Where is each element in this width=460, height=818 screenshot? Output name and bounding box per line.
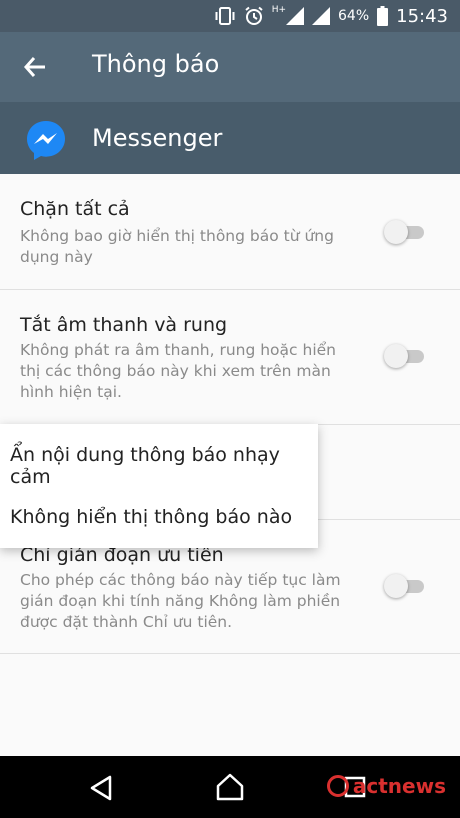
messenger-icon bbox=[24, 118, 68, 162]
popup-option-hide-sensitive[interactable]: Ẩn nội dung thông báo nhạy cảm bbox=[10, 444, 318, 488]
silence-toggle[interactable] bbox=[384, 344, 428, 368]
setting-title: Tắt âm thanh và rung bbox=[20, 314, 228, 336]
toggle-thumb bbox=[384, 220, 408, 244]
setting-description: Không bao giờ hiển thị thông báo từ ứng … bbox=[20, 227, 334, 266]
app-name: Messenger bbox=[92, 124, 223, 152]
page-title: Thông báo bbox=[92, 50, 220, 78]
setting-description: Không phát ra âm thanh, rung hoặc hiển t… bbox=[20, 341, 336, 401]
back-arrow-icon bbox=[23, 57, 45, 77]
nav-back-button[interactable] bbox=[88, 774, 114, 806]
clock: 15:43 bbox=[396, 5, 448, 27]
watermark-logo-icon bbox=[326, 775, 349, 797]
battery-percent: 64% bbox=[338, 8, 370, 24]
signal-icon bbox=[312, 7, 330, 25]
block-all-toggle[interactable] bbox=[384, 220, 428, 244]
setting-block-all[interactable]: Chặn tất cả Không bao giờ hiển thị thông… bbox=[0, 174, 460, 290]
signal-type-label: H+ bbox=[271, 5, 286, 15]
app-header: Messenger bbox=[0, 102, 460, 174]
status-bar: H+ 64% 15:43 bbox=[0, 0, 460, 32]
popup-option-hide-all[interactable]: Không hiển thị thông báo nào bbox=[10, 506, 292, 528]
back-triangle-icon bbox=[90, 775, 112, 801]
alarm-icon bbox=[245, 6, 263, 25]
home-icon bbox=[216, 773, 244, 801]
setting-description: Cho phép các thông báo này tiếp tục làm … bbox=[20, 571, 341, 631]
signal-icon bbox=[286, 7, 304, 25]
battery-icon bbox=[377, 6, 389, 26]
back-button[interactable] bbox=[18, 50, 52, 84]
app-toolbar: Thông báo bbox=[0, 32, 460, 102]
watermark: actnews bbox=[326, 774, 446, 798]
nav-home-button[interactable] bbox=[215, 772, 245, 806]
status-icons: H+ 64% 15:43 bbox=[214, 5, 448, 27]
navigation-bar: actnews bbox=[0, 756, 460, 818]
setting-title: Chặn tất cả bbox=[20, 198, 130, 220]
setting-silence[interactable]: Tắt âm thanh và rung Không phát ra âm th… bbox=[0, 290, 460, 425]
watermark-text: actnews bbox=[352, 774, 446, 798]
vibrate-icon bbox=[215, 7, 235, 25]
lockscreen-popup-menu: Ẩn nội dung thông báo nhạy cảm Không hiể… bbox=[0, 424, 318, 548]
toggle-thumb bbox=[384, 574, 408, 598]
priority-toggle[interactable] bbox=[384, 574, 428, 598]
toggle-thumb bbox=[384, 344, 408, 368]
